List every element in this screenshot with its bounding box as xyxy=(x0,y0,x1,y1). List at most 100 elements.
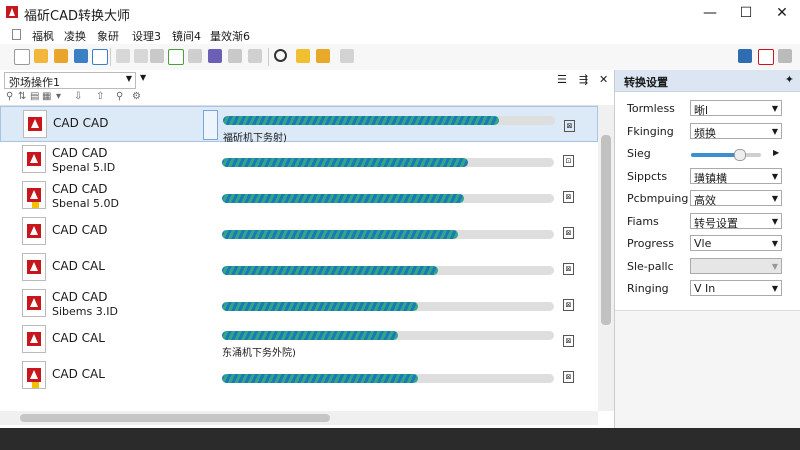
window-title: 福斫CAD转换大师 xyxy=(24,9,130,24)
chevron-down-icon: ▼ xyxy=(125,74,132,83)
export-list-icon[interactable]: ⇧ xyxy=(96,91,104,102)
file-row[interactable]: CAD CAD ⊠ xyxy=(0,214,598,250)
file-name: CAD CAL xyxy=(52,259,105,273)
row-action-icon[interactable]: ⊠ xyxy=(563,227,574,239)
document-icon[interactable] xyxy=(12,29,21,40)
toolbar xyxy=(0,44,800,71)
export-icon[interactable] xyxy=(758,49,774,65)
file-row[interactable]: CAD CAD Sbenal 5.0D ⊠ xyxy=(0,178,598,214)
list-menu-icon[interactable]: ☰ xyxy=(557,73,567,86)
chevron-down-icon: ▼ xyxy=(771,239,778,248)
menu-item-4[interactable]: 设理3 xyxy=(132,28,161,44)
redo-icon[interactable] xyxy=(134,49,148,63)
setting-dropdown[interactable]: Vle ▼ xyxy=(690,235,782,251)
properties-icon[interactable] xyxy=(228,49,242,63)
search-icon[interactable] xyxy=(274,49,287,62)
settings-body: Tormless 晰l ▼ Fkinging 频换 ▼ Sieg ▶ Sippcts 璜镇横 ▼ Pc… xyxy=(615,92,800,311)
file-row[interactable]: CAD CAD 福斫机下务射) ⊠ xyxy=(0,106,598,144)
chevron-down-icon: ▼ xyxy=(771,261,778,271)
menu-item-2[interactable]: 凌换 xyxy=(64,28,86,44)
menu-item-5[interactable]: 镜间4 xyxy=(172,28,201,44)
open-folder-icon[interactable] xyxy=(34,49,48,63)
new-file-icon[interactable] xyxy=(14,49,30,65)
task-combo-value: 弥场操作1 xyxy=(9,76,60,89)
setting-dropdown[interactable]: 璜镇横 ▼ xyxy=(690,167,782,185)
pin-icon[interactable]: ✦ xyxy=(785,73,794,86)
menu-bar: 福枫 凌换 象研 设理3 镜间4 量效渐6 xyxy=(0,26,800,44)
convert-settings-pane: 转换设置 ✦ Tormless 晰l ▼ Fkinging 频换 ▼ Sieg ▶ Sippct… xyxy=(615,70,800,428)
open-recent-icon[interactable] xyxy=(54,49,68,63)
slider-knob[interactable] xyxy=(733,149,746,161)
save-as-icon[interactable] xyxy=(92,49,108,65)
setting-value: V In xyxy=(694,282,716,295)
row-checkbox[interactable] xyxy=(203,110,218,140)
progress-bar xyxy=(222,230,554,239)
cut-icon[interactable] xyxy=(150,49,164,63)
setting-dropdown[interactable]: 高效 ▼ xyxy=(690,190,782,207)
file-row[interactable]: CAD CAL 东涌机下务外院) ⊠ xyxy=(0,322,598,359)
save-icon[interactable] xyxy=(74,49,88,63)
plane-icon[interactable] xyxy=(738,49,752,63)
row-action-icon[interactable]: ⊠ xyxy=(563,191,574,203)
check-icon[interactable] xyxy=(168,49,184,65)
task-combo[interactable]: 弥场操作1 ▼ xyxy=(4,72,136,89)
tag-icon[interactable] xyxy=(316,49,330,63)
pin-pane-icon[interactable]: ⇶ xyxy=(579,73,588,86)
zoom-icon[interactable] xyxy=(340,49,354,63)
sort-icon[interactable]: ⇅ xyxy=(18,91,26,102)
row-action-icon[interactable]: ⊠ xyxy=(563,335,574,347)
settings-icon[interactable]: ⚙ xyxy=(132,91,141,102)
more-icon[interactable] xyxy=(778,49,792,63)
file-row[interactable]: CAD CAL ⊠ xyxy=(0,250,598,286)
cad-file-icon xyxy=(22,253,46,281)
find-icon[interactable]: ⚲ xyxy=(116,91,123,102)
filter-icon[interactable]: ⚲ xyxy=(6,91,13,102)
setting-dropdown[interactable]: 频换 ▼ xyxy=(690,122,782,140)
setting-dropdown[interactable]: ▼ xyxy=(690,257,782,274)
progress-fill xyxy=(222,266,438,275)
dropdown-icon[interactable]: ▾ xyxy=(56,91,61,102)
download-icon[interactable] xyxy=(248,49,262,63)
chevron-right-icon[interactable]: ▶ xyxy=(773,148,779,157)
vertical-scrollbar[interactable] xyxy=(598,105,614,411)
close-button[interactable]: ✕ xyxy=(764,0,800,26)
link-icon[interactable] xyxy=(188,49,202,63)
slider-track[interactable] xyxy=(691,149,761,161)
bookmark-icon[interactable] xyxy=(296,49,310,63)
setting-dropdown[interactable]: 转号设置 ▼ xyxy=(690,212,782,230)
file-row[interactable]: CAD CAD Sibems 3.ID ⊠ xyxy=(0,286,598,322)
undo-icon[interactable] xyxy=(116,49,130,63)
setting-dropdown[interactable]: V In ▼ xyxy=(690,280,782,296)
menu-item-1[interactable]: 福枫 xyxy=(32,28,54,44)
toolbar-separator xyxy=(268,48,269,66)
file-name: CAD CAD xyxy=(53,116,109,130)
vertical-scroll-thumb[interactable] xyxy=(601,135,611,325)
file-row[interactable]: CAD CAD Spenal 5.ID ⊡ xyxy=(0,142,598,178)
maximize-button[interactable]: ☐ xyxy=(728,0,764,26)
import-icon[interactable]: ⇩ xyxy=(74,91,82,102)
file-row[interactable]: CAD CAL ⊠ xyxy=(0,358,598,394)
slider-fill xyxy=(691,153,739,157)
progress-bar xyxy=(222,266,554,275)
row-action-icon[interactable]: ⊠ xyxy=(563,263,574,275)
setting-dropdown[interactable]: 晰l ▼ xyxy=(690,100,782,117)
menu-item-6[interactable]: 量效渐6 xyxy=(210,28,250,44)
row-action-icon[interactable]: ⊡ xyxy=(563,155,574,167)
menu-item-3[interactable]: 象研 xyxy=(97,28,119,44)
horizontal-scrollbar[interactable] xyxy=(0,411,598,425)
progress-bar xyxy=(222,302,554,311)
row-action-icon[interactable]: ⊠ xyxy=(564,120,575,132)
row-action-icon[interactable]: ⊠ xyxy=(563,299,574,311)
row-action-icon[interactable]: ⊠ xyxy=(563,371,574,383)
setting-slider[interactable]: ▶ xyxy=(615,145,800,165)
setting-label: Tormless xyxy=(627,102,675,115)
minimize-button[interactable]: — xyxy=(692,0,728,26)
horizontal-scroll-thumb[interactable] xyxy=(20,414,330,422)
convert-icon[interactable] xyxy=(208,49,222,63)
close-pane-icon[interactable]: ✕ xyxy=(599,73,608,86)
grid-icon[interactable]: ▦ xyxy=(42,91,51,102)
file-subtitle: Sibems 3.ID xyxy=(52,305,118,318)
progress-bar xyxy=(222,331,554,340)
view-icon[interactable]: ▤ xyxy=(30,91,39,102)
combo-dropdown-icon[interactable]: ▼ xyxy=(140,73,146,82)
